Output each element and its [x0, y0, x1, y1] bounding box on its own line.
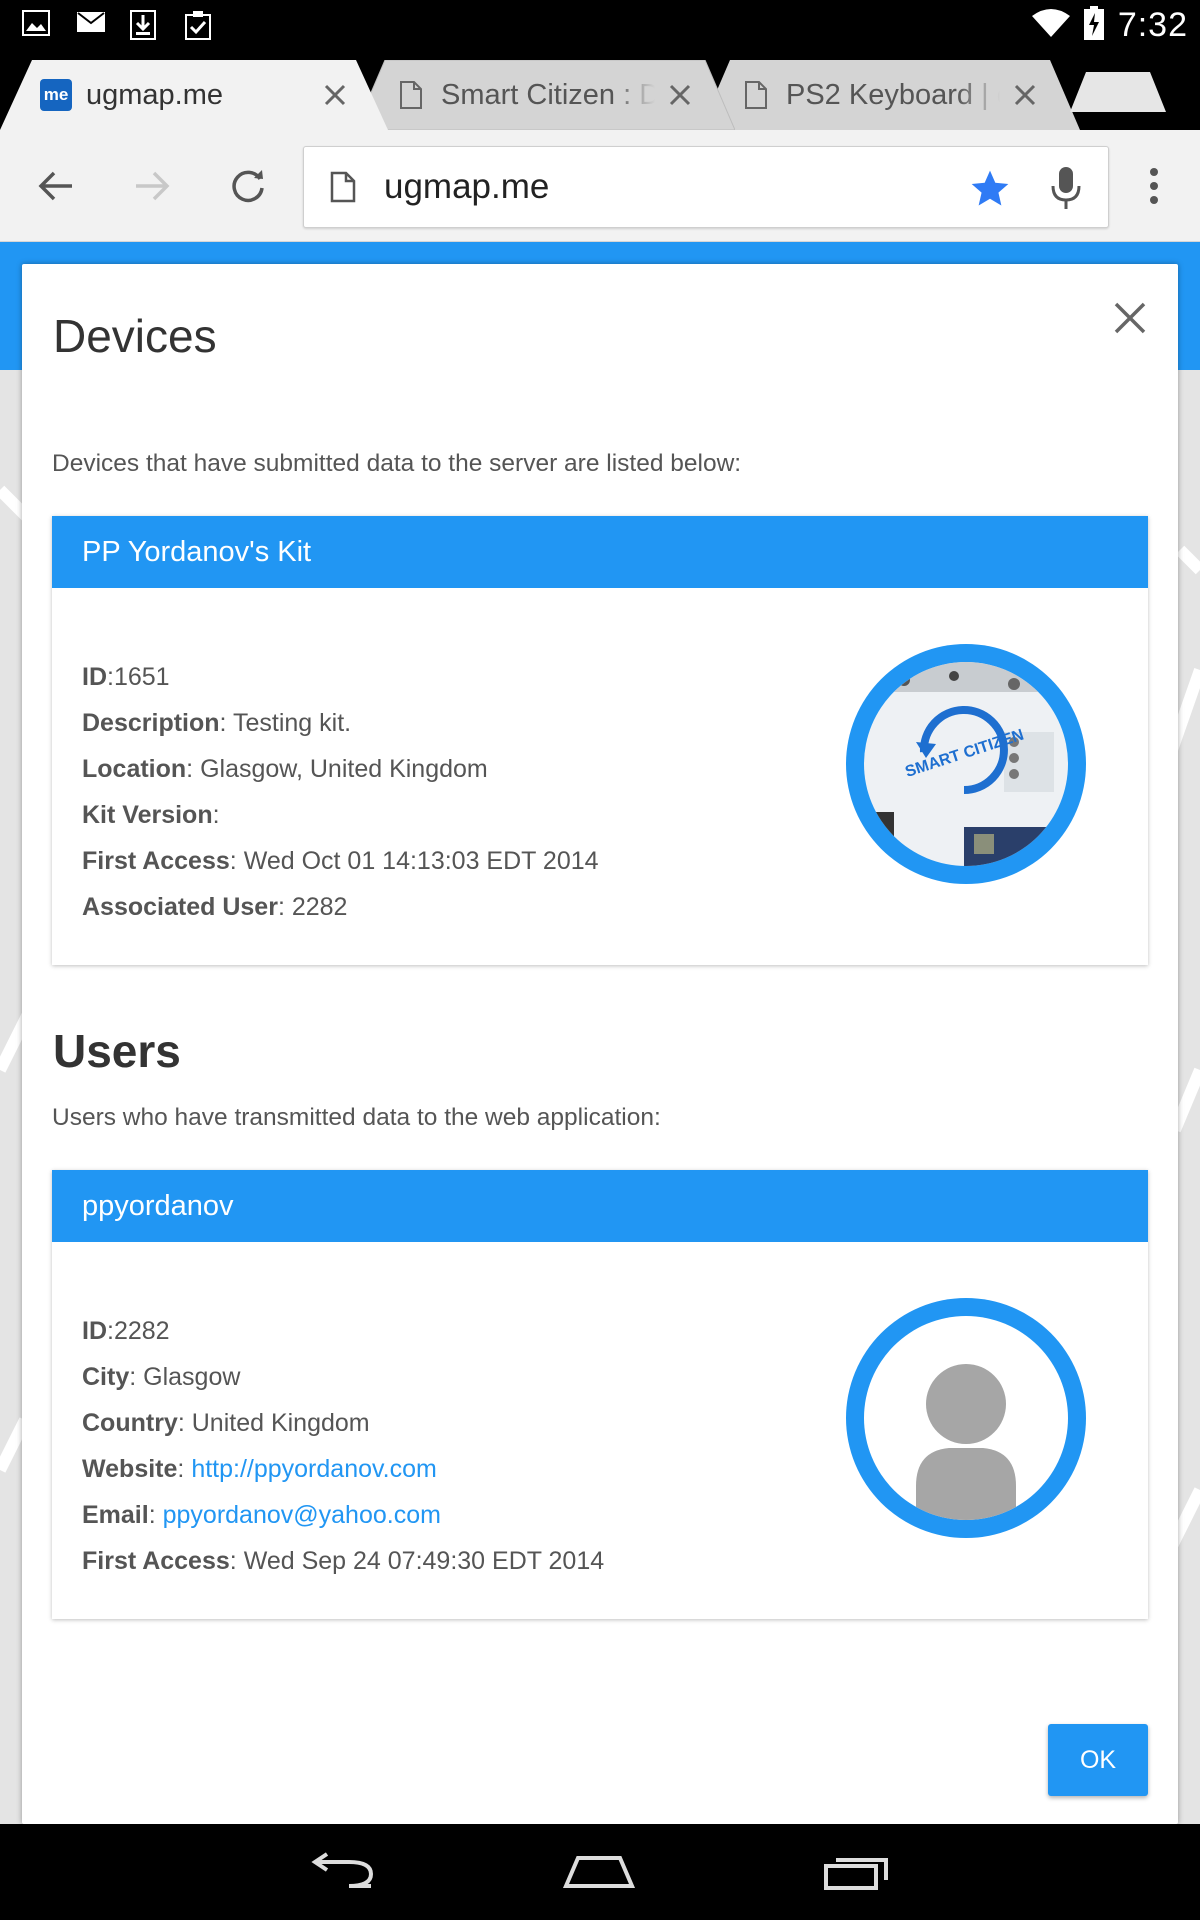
close-dialog-button[interactable]: [1108, 296, 1152, 340]
battery-charging-icon: [1083, 6, 1104, 45]
tab-ugmap[interactable]: me ugmap.me: [0, 60, 390, 130]
browser-toolbar: ugmap.me: [0, 130, 1200, 242]
device-kit-version-field: Kit Version:: [82, 801, 220, 829]
forward-button[interactable]: [126, 160, 178, 212]
wifi-icon: [1031, 8, 1070, 43]
users-title: Users: [53, 1025, 181, 1077]
new-tab-button[interactable]: [1070, 72, 1166, 112]
tab-title: ugmap.me: [86, 78, 224, 111]
device-id-field: ID:1651: [82, 663, 170, 691]
tab-title: Smart Citizen : De: [441, 78, 655, 111]
forward-arrow-icon: [136, 171, 170, 201]
android-nav-bar: [0, 1824, 1200, 1920]
image-icon: [22, 10, 52, 38]
user-first-access-field: First Access: Wed Sep 24 07:49:30 EDT 20…: [82, 1547, 605, 1575]
overflow-menu-button[interactable]: [1128, 160, 1180, 212]
users-intro: Users who have transmitted data to the w…: [52, 1104, 661, 1131]
recents-icon: [824, 1858, 888, 1890]
close-icon[interactable]: [1010, 80, 1040, 110]
reload-button[interactable]: [222, 160, 274, 212]
status-bar: 7:32: [0, 0, 1200, 50]
page-icon: [330, 171, 360, 205]
microphone-icon[interactable]: [1046, 165, 1086, 211]
download-icon: [130, 10, 160, 40]
close-icon[interactable]: [320, 80, 350, 110]
page-icon: [395, 79, 427, 111]
user-email-field: Email: ppyordanov@yahoo.com: [82, 1501, 441, 1529]
back-icon: [311, 1852, 374, 1888]
device-description-field: Description: Testing kit.: [82, 709, 352, 737]
bookmark-star-icon[interactable]: [968, 167, 1012, 211]
tab-title: PS2 Keyboard | e: [786, 78, 1000, 111]
device-location-field: Location: Glasgow, United Kingdom: [82, 755, 488, 783]
nav-back-button[interactable]: [289, 1842, 399, 1902]
page-icon: [740, 79, 772, 111]
mail-icon: [76, 10, 106, 38]
device-name: PP Yordanov's Kit: [52, 516, 1148, 588]
clipboard-check-icon: [184, 10, 214, 40]
website-link[interactable]: http://ppyordanov.com: [191, 1455, 437, 1483]
user-id-field: ID:2282: [82, 1317, 170, 1345]
dialog-title: Devices: [53, 310, 217, 362]
back-button[interactable]: [30, 160, 82, 212]
back-arrow-icon: [38, 171, 72, 201]
device-associated-user-field: Associated User: 2282: [82, 893, 348, 921]
tab-ps2-keyboard[interactable]: PS2 Keyboard | e: [700, 60, 1080, 130]
user-name: ppyordanov: [52, 1170, 1148, 1242]
tab-strip: PS2 Keyboard | e Smart Citizen : De me u…: [0, 50, 1200, 130]
ok-button[interactable]: OK: [1048, 1724, 1148, 1796]
user-silhouette-icon: [916, 1364, 1016, 1520]
close-icon[interactable]: [665, 80, 695, 110]
reload-icon: [232, 170, 264, 203]
status-clock: 7:32: [1117, 6, 1188, 44]
url-text[interactable]: ugmap.me: [384, 167, 549, 207]
user-avatar: [846, 1298, 1086, 1538]
ugmap-favicon-icon: me: [40, 79, 72, 111]
home-icon: [562, 1856, 636, 1888]
close-icon: [1114, 302, 1146, 334]
tab-smart-citizen[interactable]: Smart Citizen : De: [355, 60, 735, 130]
user-card: ppyordanov ID:2282 City: Glasgow Country…: [52, 1170, 1148, 1619]
devices-intro: Devices that have submitted data to the …: [52, 450, 742, 477]
device-card: PP Yordanov's Kit ID:1651 Description: T…: [52, 516, 1148, 965]
user-website-field: Website: http://ppyordanov.com: [82, 1455, 437, 1483]
user-country-field: Country: United Kingdom: [82, 1409, 370, 1437]
email-link[interactable]: ppyordanov@yahoo.com: [163, 1501, 441, 1529]
device-first-access-field: First Access: Wed Oct 01 14:13:03 EDT 20…: [82, 847, 599, 875]
user-city-field: City: Glasgow: [82, 1363, 241, 1391]
nav-recents-button[interactable]: [802, 1842, 912, 1902]
nav-home-button[interactable]: [544, 1842, 654, 1902]
overflow-menu-icon: [1150, 168, 1158, 204]
device-image: SMART CITIZEN: [846, 644, 1086, 884]
devices-dialog: Devices Devices that have submitted data…: [22, 264, 1178, 1824]
omnibox[interactable]: ugmap.me: [303, 146, 1109, 228]
